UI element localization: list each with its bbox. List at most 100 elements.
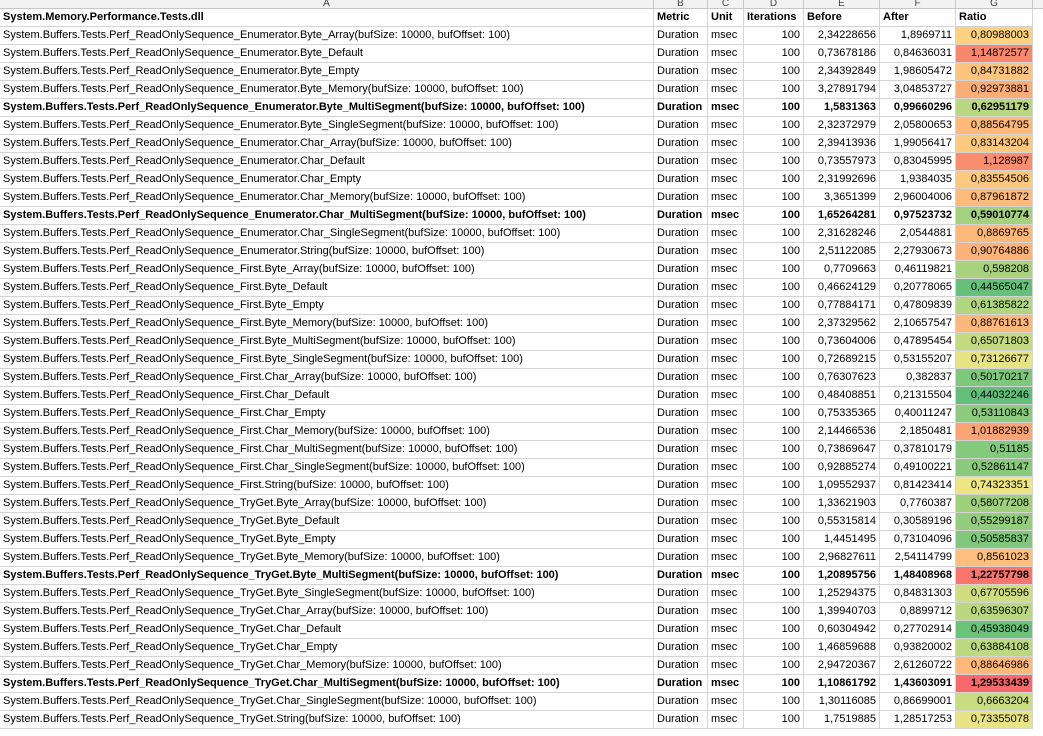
cell-name[interactable]: System.Buffers.Tests.Perf_ReadOnlySequen… (0, 45, 654, 63)
cell-unit[interactable]: msec (708, 27, 744, 45)
cell-after[interactable]: 0,37810179 (880, 441, 956, 459)
cell-name[interactable]: System.Buffers.Tests.Perf_ReadOnlySequen… (0, 351, 654, 369)
cell-iterations[interactable]: 100 (744, 567, 804, 585)
cell-iterations[interactable]: 100 (744, 477, 804, 495)
cell-ratio[interactable]: 0,45938049 (956, 621, 1033, 639)
header-cell-unit[interactable]: Unit (708, 9, 744, 27)
cell-ratio[interactable]: 0,50170217 (956, 369, 1033, 387)
cell-name[interactable]: System.Buffers.Tests.Perf_ReadOnlySequen… (0, 693, 654, 711)
cell-metric[interactable]: Duration (654, 45, 708, 63)
cell-unit[interactable]: msec (708, 225, 744, 243)
cell-before[interactable]: 0,77884171 (804, 297, 880, 315)
cell-before[interactable]: 1,10861792 (804, 675, 880, 693)
cell-iterations[interactable]: 100 (744, 405, 804, 423)
cell-ratio[interactable]: 0,90764886 (956, 243, 1033, 261)
cell-before[interactable]: 1,5831363 (804, 99, 880, 117)
cell-ratio[interactable]: 0,88761613 (956, 315, 1033, 333)
cell-before[interactable]: 1,30116085 (804, 693, 880, 711)
cell-iterations[interactable]: 100 (744, 603, 804, 621)
cell-unit[interactable]: msec (708, 333, 744, 351)
cell-ratio[interactable]: 0,73355078 (956, 711, 1033, 729)
cell-metric[interactable]: Duration (654, 135, 708, 153)
cell-before[interactable]: 2,39413936 (804, 135, 880, 153)
cell-unit[interactable]: msec (708, 387, 744, 405)
cell-before[interactable]: 2,34228656 (804, 27, 880, 45)
cell-ratio[interactable]: 0,50585837 (956, 531, 1033, 549)
cell-metric[interactable]: Duration (654, 81, 708, 99)
cell-unit[interactable]: msec (708, 711, 744, 729)
cell-ratio[interactable]: 0,65071803 (956, 333, 1033, 351)
cell-after[interactable]: 1,48408968 (880, 567, 956, 585)
cell-name[interactable]: System.Buffers.Tests.Perf_ReadOnlySequen… (0, 639, 654, 657)
cell-name[interactable]: System.Buffers.Tests.Perf_ReadOnlySequen… (0, 459, 654, 477)
cell-unit[interactable]: msec (708, 63, 744, 81)
cell-unit[interactable]: msec (708, 549, 744, 567)
cell-metric[interactable]: Duration (654, 171, 708, 189)
cell-iterations[interactable]: 100 (744, 189, 804, 207)
cell-name[interactable]: System.Buffers.Tests.Perf_ReadOnlySequen… (0, 279, 654, 297)
cell-ratio[interactable]: 0,88564795 (956, 117, 1033, 135)
cell-metric[interactable]: Duration (654, 243, 708, 261)
cell-metric[interactable]: Duration (654, 603, 708, 621)
cell-unit[interactable]: msec (708, 81, 744, 99)
header-cell-before[interactable]: Before (804, 9, 880, 27)
cell-before[interactable]: 3,27891794 (804, 81, 880, 99)
cell-unit[interactable]: msec (708, 369, 744, 387)
cell-metric[interactable]: Duration (654, 495, 708, 513)
cell-metric[interactable]: Duration (654, 441, 708, 459)
cell-iterations[interactable]: 100 (744, 369, 804, 387)
cell-unit[interactable]: msec (708, 567, 744, 585)
cell-iterations[interactable]: 100 (744, 99, 804, 117)
cell-name[interactable]: System.Buffers.Tests.Perf_ReadOnlySequen… (0, 63, 654, 81)
cell-metric[interactable]: Duration (654, 369, 708, 387)
cell-before[interactable]: 1,7519885 (804, 711, 880, 729)
cell-unit[interactable]: msec (708, 657, 744, 675)
header-cell-metric[interactable]: Metric (654, 9, 708, 27)
cell-name[interactable]: System.Buffers.Tests.Perf_ReadOnlySequen… (0, 189, 654, 207)
cell-ratio[interactable]: 0,83143204 (956, 135, 1033, 153)
cell-after[interactable]: 2,10657547 (880, 315, 956, 333)
cell-ratio[interactable]: 0,74323351 (956, 477, 1033, 495)
cell-after[interactable]: 0,97523732 (880, 207, 956, 225)
cell-before[interactable]: 2,34392849 (804, 63, 880, 81)
cell-unit[interactable]: msec (708, 495, 744, 513)
cell-unit[interactable]: msec (708, 243, 744, 261)
cell-name[interactable]: System.Buffers.Tests.Perf_ReadOnlySequen… (0, 585, 654, 603)
cell-metric[interactable]: Duration (654, 117, 708, 135)
cell-name[interactable]: System.Buffers.Tests.Perf_ReadOnlySequen… (0, 207, 654, 225)
cell-name[interactable]: System.Buffers.Tests.Perf_ReadOnlySequen… (0, 549, 654, 567)
cell-name[interactable]: System.Buffers.Tests.Perf_ReadOnlySequen… (0, 27, 654, 45)
cell-before[interactable]: 1,33621903 (804, 495, 880, 513)
cell-ratio[interactable]: 1,29533439 (956, 675, 1033, 693)
cell-metric[interactable]: Duration (654, 297, 708, 315)
cell-ratio[interactable]: 0,44032246 (956, 387, 1033, 405)
cell-after[interactable]: 1,98605472 (880, 63, 956, 81)
cell-iterations[interactable]: 100 (744, 351, 804, 369)
header-cell-iterations[interactable]: Iterations (744, 9, 804, 27)
cell-before[interactable]: 2,37329562 (804, 315, 880, 333)
cell-after[interactable]: 0,7760387 (880, 495, 956, 513)
cell-iterations[interactable]: 100 (744, 207, 804, 225)
cell-unit[interactable]: msec (708, 513, 744, 531)
cell-after[interactable]: 3,04853727 (880, 81, 956, 99)
cell-ratio[interactable]: 0,88646986 (956, 657, 1033, 675)
cell-after[interactable]: 0,8899712 (880, 603, 956, 621)
cell-iterations[interactable]: 100 (744, 585, 804, 603)
cell-ratio[interactable]: 0,598208 (956, 261, 1033, 279)
cell-metric[interactable]: Duration (654, 675, 708, 693)
header-cell-name[interactable]: System.Memory.Performance.Tests.dll (0, 9, 654, 27)
cell-iterations[interactable]: 100 (744, 513, 804, 531)
cell-metric[interactable]: Duration (654, 459, 708, 477)
cell-name[interactable]: System.Buffers.Tests.Perf_ReadOnlySequen… (0, 387, 654, 405)
cell-before[interactable]: 2,96827611 (804, 549, 880, 567)
cell-metric[interactable]: Duration (654, 207, 708, 225)
cell-metric[interactable]: Duration (654, 711, 708, 729)
cell-name[interactable]: System.Buffers.Tests.Perf_ReadOnlySequen… (0, 99, 654, 117)
cell-unit[interactable]: msec (708, 99, 744, 117)
cell-name[interactable]: System.Buffers.Tests.Perf_ReadOnlySequen… (0, 495, 654, 513)
cell-ratio[interactable]: 0,58077208 (956, 495, 1033, 513)
cell-metric[interactable]: Duration (654, 567, 708, 585)
cell-ratio[interactable]: 0,63596307 (956, 603, 1033, 621)
cell-metric[interactable]: Duration (654, 549, 708, 567)
cell-iterations[interactable]: 100 (744, 333, 804, 351)
